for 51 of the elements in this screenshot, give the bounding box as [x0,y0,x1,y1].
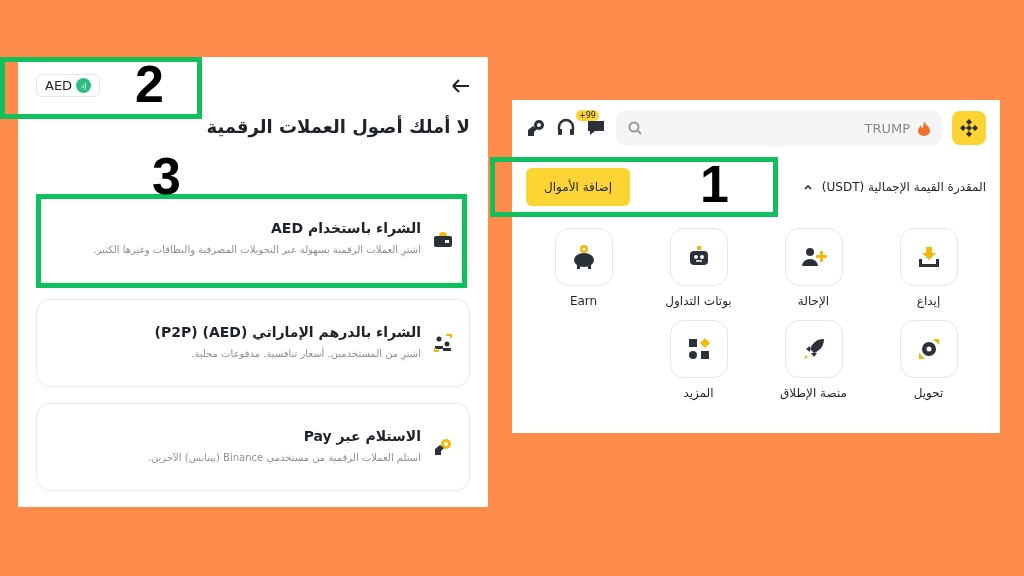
step-number: 2 [135,62,164,107]
shortcut-button[interactable] [669,320,728,378]
search-bar[interactable]: TRUMP [616,110,942,146]
shortcut-label: المزيد [683,386,714,400]
pay-button[interactable] [526,118,546,138]
users-icon [433,334,453,352]
option-description: اشترِ من المستخدمين. أسعار تنافسية. مدفوعات محلية. [190,346,421,362]
balance-label: المقدرة القيمة الإجمالية (USDT) [821,180,986,194]
add-user-icon [800,246,827,268]
shortcut-label: بوتات التداول [665,294,732,308]
screen-title: لا أملك أصول العملات الرقمية [205,116,470,137]
shortcut-button[interactable] [899,320,958,378]
transfer-icon [916,337,941,361]
wallet-icon [433,230,453,248]
diamond-logo-icon [959,118,979,138]
messages-badge: +99 [576,110,599,121]
shortcut-button[interactable] [784,228,843,286]
support-button[interactable] [556,118,576,138]
add-funds-button[interactable]: إضافة الأموال [526,168,631,206]
option-description: استلم العملات الرقمية من مستخدمي Binance (بينانس) الآخرين. [146,451,421,466]
back-arrow-icon [452,78,470,93]
shortcut-button[interactable] [554,228,613,286]
shortcut-label: إيداع [916,294,941,308]
option-card[interactable]: الاستلام عبر Pay استلم العملات الرقمية من مستخدمي Binance (بينانس) الآخرين. [36,403,470,491]
shortcut-label: الإحالة [797,294,830,308]
shortcut-button[interactable] [669,228,728,286]
shortcut-label: Earn [569,294,598,308]
step-number: 1 [700,162,729,207]
apps-icon [686,337,711,361]
option-title: الشراء باستخدام AED [270,220,421,236]
hand-coin-icon [526,118,546,138]
hand-coin-icon [433,437,453,457]
shortcut-label: تحويل [913,386,944,400]
search-field[interactable]: TRUMP [648,119,912,137]
messages-button[interactable] [586,119,606,137]
logo[interactable] [952,111,986,145]
chevron-icon [803,184,812,190]
back-button[interactable] [452,78,470,93]
headset-icon [556,118,576,138]
shortcut-button[interactable] [784,320,843,378]
option-title: الشراء بالدرهم الإماراتي (AED) (P2P) [153,324,421,340]
download-icon [916,245,941,269]
option-card[interactable]: الشراء بالدرهم الإماراتي (AED) (P2P) اشترِ من المستخدمين. أسعار تنافسية. مدفوعات محلية. [36,299,470,387]
shortcut-button[interactable] [899,228,958,286]
option-description: اشترِ العملات الرقمية بسهولة عبر التحويلات المصرفية والبطاقات وغيرها الكثير. [92,243,421,258]
flame-icon [918,120,930,136]
rocket-icon [801,337,826,361]
chat-icon [586,119,606,137]
search-icon [628,121,642,135]
option-title: الاستلام عبر Pay [302,428,421,444]
shortcut-label: منصة الإطلاق [780,386,847,400]
